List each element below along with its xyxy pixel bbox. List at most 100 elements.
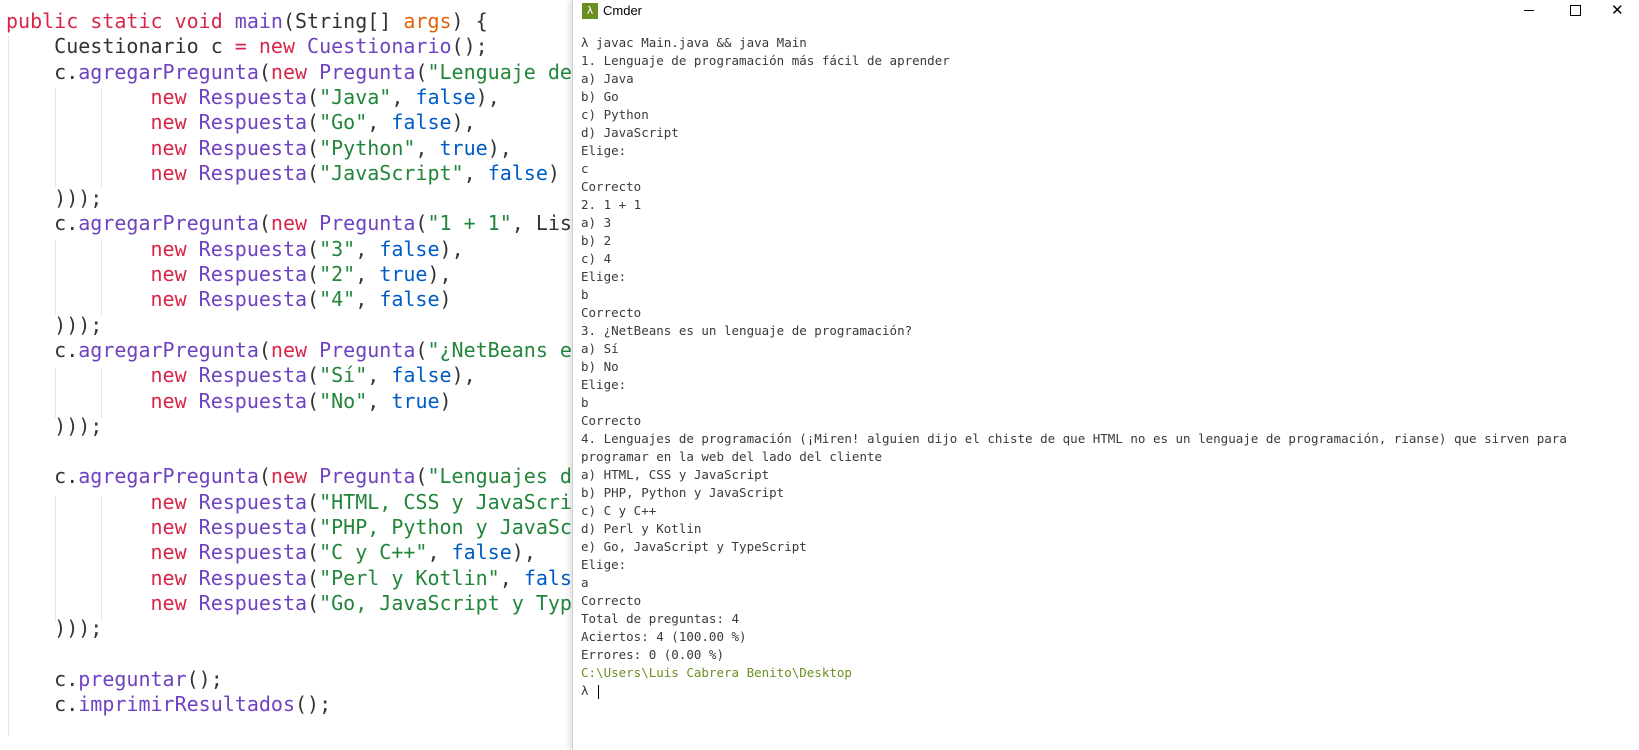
terminal-line: 3. ¿NetBeans es un lenguaje de programac… (581, 322, 1636, 340)
terminal-text: Elige: (581, 269, 627, 284)
code-token: , (355, 236, 380, 261)
code-token: ( (307, 84, 320, 109)
code-token: ( (307, 363, 320, 388)
code-token: false (391, 110, 452, 135)
code-line: new Respuesta("JavaScript", false) (6, 160, 560, 186)
window-title: Cmder (603, 3, 643, 18)
terminal-text: b) Go (581, 89, 619, 104)
code-line: new Respuesta("Sí", false), (6, 362, 476, 388)
code-token: ( (258, 211, 271, 236)
terminal-line: Elige: (581, 556, 1636, 574)
terminal-line: c (581, 160, 1636, 178)
terminal-line: b) Go (581, 88, 1636, 106)
code-token: Respuesta (198, 590, 308, 615)
code-token: ))); (6, 186, 103, 211)
terminal-text: Correcto (581, 305, 642, 320)
code-token: Respuesta (198, 84, 308, 109)
code-token: "JavaScript" (319, 160, 464, 185)
terminal-text: b) No (581, 359, 619, 374)
maximize-icon (1570, 5, 1581, 16)
code-token: agregarPregunta (78, 464, 259, 489)
close-icon: ✕ (1611, 1, 1624, 19)
code-token: new (150, 84, 187, 109)
terminal-text: 3. ¿NetBeans es un lenguaje de programac… (581, 323, 913, 338)
code-token: ( (307, 590, 320, 615)
code-token: ( (307, 110, 320, 135)
code-token: "No" (319, 388, 368, 413)
code-token: Respuesta (198, 287, 308, 312)
code-token: ( (307, 515, 320, 539)
code-line: new Respuesta("Java", false), (6, 84, 500, 110)
code-token: , (355, 262, 380, 286)
terminal-text: d) JavaScript (581, 125, 679, 140)
terminal-line: Total de preguntas: 4 (581, 610, 1636, 628)
minimize-button[interactable] (1506, 0, 1552, 22)
code-token: Pregunta (319, 464, 416, 489)
code-token: Cuestionario c (6, 34, 235, 59)
code-token: Pregunta (319, 337, 416, 362)
code-token: (String[] (282, 9, 404, 33)
code-token: Respuesta (198, 489, 308, 514)
code-line: Cuestionario c = new Cuestionario(); (6, 33, 488, 59)
code-token: , (367, 388, 392, 413)
title-bar[interactable]: λ Cmder ✕ (573, 0, 1639, 22)
code-token: ), (439, 236, 464, 261)
code-token: Pregunta (319, 59, 416, 84)
terminal-line: 2. 1 + 1 (581, 196, 1636, 214)
terminal-text: Elige: (581, 143, 627, 158)
maximize-button[interactable] (1552, 0, 1598, 22)
terminal-line: e) Go, JavaScript y TypeScript (581, 538, 1636, 556)
code-token: ), (427, 262, 452, 286)
code-token: Respuesta (198, 160, 308, 185)
code-token: new (270, 464, 308, 489)
terminal-text: a) Java (581, 71, 634, 86)
terminal-output[interactable]: λ javac Main.java && java Main 1. Lenguaj… (581, 34, 1636, 700)
code-token: true (391, 388, 440, 413)
code-line: ))); (6, 413, 102, 439)
code-token: ( (307, 540, 320, 565)
code-token: false (379, 236, 440, 261)
code-token: ( (415, 211, 428, 236)
code-line: ))); (6, 615, 102, 641)
code-token: false (451, 540, 512, 565)
code-line: new Respuesta("2", true), (6, 261, 452, 287)
close-button[interactable]: ✕ (1594, 0, 1639, 22)
terminal-line: c) C y C++ (581, 502, 1636, 520)
terminal-text: Correcto (581, 179, 642, 194)
terminal-text: c) 4 (581, 251, 612, 266)
code-token: "2" (319, 262, 356, 286)
terminal-text: 2. 1 + 1 (581, 197, 642, 212)
terminal-line: 4. Lenguajes de programación (¡Miren! al… (581, 430, 1636, 448)
terminal-text: b) PHP, Python y JavaScript (581, 485, 785, 500)
code-token: Respuesta (198, 515, 308, 539)
code-token: false (415, 84, 476, 109)
code-token: ( (307, 287, 320, 312)
code-token: "Perl y Kotlin" (319, 565, 500, 590)
code-token: , (355, 287, 380, 312)
code-token: c. (6, 211, 79, 236)
code-token: ( (415, 337, 428, 362)
code-token: ), (451, 363, 476, 388)
code-token: new (150, 110, 187, 135)
code-token: ( (258, 464, 271, 489)
terminal-line: c) 4 (581, 250, 1636, 268)
code-token: new (150, 565, 187, 590)
terminal-text: c) C y C++ (581, 503, 657, 518)
code-token: "HTML, CSS y JavaScript" (319, 489, 609, 514)
terminal-line: λ javac Main.java && java Main (581, 34, 1636, 52)
cmder-window[interactable]: λ Cmder ✕ λ javac Main.java && java Main… (572, 0, 1639, 750)
code-token: Respuesta (198, 236, 308, 261)
